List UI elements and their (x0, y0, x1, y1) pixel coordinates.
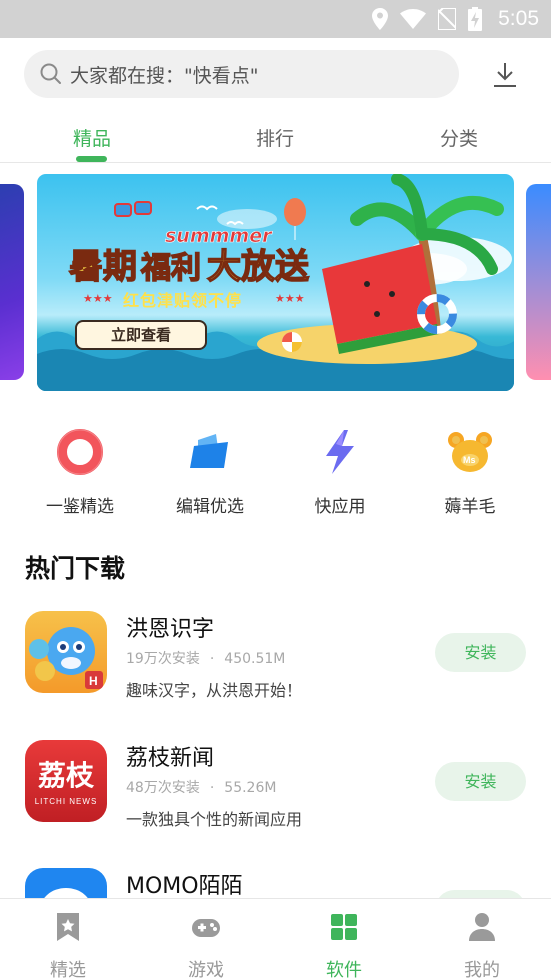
litchi-logo-text: 荔枝 (37, 759, 94, 792)
search-input[interactable]: 大家都在搜："快看点" (24, 50, 459, 98)
status-icons: 5:05 (372, 7, 539, 31)
top-tabs: 精品 排行 分类 (0, 110, 551, 163)
nav-label: 我的 (464, 960, 500, 979)
banner-title-1: 暑期 (69, 247, 137, 287)
nav-label: 软件 (326, 960, 362, 979)
lightning-icon (326, 430, 354, 474)
location-icon (372, 8, 389, 30)
svg-text:★★★: ★★★ (275, 292, 305, 305)
app-meta: 19万次安装 · 450.51M (126, 648, 285, 668)
app-row[interactable]: H 洪恩识字 19万次安装 · 450.51M 趣味汉字，从洪恩开始！ 安装 (0, 611, 551, 721)
app-name: 洪恩识字 (126, 617, 215, 642)
install-button[interactable]: 安装 (435, 633, 526, 672)
ring-icon (57, 429, 103, 475)
app-install-count: 48万次安装 (126, 780, 200, 796)
quick-link-editor-pick[interactable]: 编辑优选 (155, 428, 265, 517)
section-title: 热门下载 (25, 554, 126, 583)
quick-link-label: 快应用 (314, 497, 366, 517)
quick-links: 一鉴精选 编辑优选 快应用 Ms 薅羊毛 (0, 428, 551, 518)
app-icon-hongen[interactable]: H (25, 611, 107, 693)
banner-title-3: 大放送 (207, 247, 309, 287)
nav-label: 游戏 (188, 960, 224, 979)
app-size: 450.51M (224, 651, 286, 667)
grid-apps-icon (331, 914, 357, 940)
tab-indicator (76, 156, 107, 162)
gamepad-icon (192, 919, 220, 937)
wifi-icon (400, 9, 427, 29)
quick-link-label: 编辑优选 (176, 497, 244, 517)
banner-peek-right[interactable] (526, 184, 551, 380)
svg-text:H: H (89, 674, 98, 688)
banner-view-button[interactable]: 立即查看 (75, 320, 207, 350)
install-button[interactable]: 安装 (435, 762, 526, 801)
bottom-nav: 精选 游戏 软件 我的 (0, 898, 551, 979)
quick-link-deals[interactable]: Ms 薅羊毛 (415, 428, 525, 517)
status-time: 5:05 (498, 7, 539, 30)
quick-link-label: 薅羊毛 (444, 497, 496, 517)
svg-text:★★★: ★★★ (83, 292, 113, 305)
app-row[interactable]: 荔枝 LITCHI NEWS 荔枝新闻 48万次安装 · 55.26M 一款独具个性… (0, 740, 551, 850)
app-description: 趣味汉字，从洪恩开始！ (126, 681, 303, 700)
tab-featured[interactable]: 精品 (46, 124, 138, 151)
bookmark-star-icon (57, 913, 79, 941)
download-icon[interactable] (490, 60, 520, 90)
banner-illustration: summmer 暑期 福利 大放送 ★★★ ★★★ (37, 174, 514, 391)
sheep-icon: Ms (448, 432, 492, 472)
quick-link-quick-app[interactable]: 快应用 (285, 428, 395, 517)
app-name: MOMO陌陌 (126, 874, 243, 899)
no-sim-icon (438, 8, 457, 30)
folder-icon (190, 434, 228, 468)
app-icon-litchi[interactable]: 荔枝 LITCHI NEWS (25, 740, 107, 822)
nav-label: 精选 (50, 960, 86, 979)
summer-banner[interactable]: summmer 暑期 福利 大放送 ★★★ ★★★ 红包津贴领不停 立即查看 (37, 174, 514, 391)
app-meta: 48万次安装 · 55.26M (126, 777, 276, 797)
nav-mine[interactable]: 我的 (437, 911, 527, 979)
status-bar: 5:05 (0, 0, 551, 38)
tab-ranking[interactable]: 排行 (229, 124, 321, 151)
meta-separator: · (209, 651, 215, 667)
banner-english: summmer (165, 225, 273, 247)
tiger-icon: H (29, 627, 103, 689)
nav-featured[interactable]: 精选 (23, 911, 113, 979)
svg-text:Ms: Ms (463, 455, 476, 465)
app-name: 荔枝新闻 (126, 746, 215, 771)
nav-games[interactable]: 游戏 (161, 911, 251, 979)
banner-title-2: 福利 (140, 251, 201, 286)
quick-link-yijian[interactable]: 一鉴精选 (25, 428, 135, 517)
banner-subtitle: 红包津贴领不停 (123, 291, 243, 310)
app-size: 55.26M (224, 780, 277, 796)
banner-carousel: summmer 暑期 福利 大放送 ★★★ ★★★ 红包津贴领不停 立即查看 (0, 174, 551, 392)
search-placeholder: 大家都在搜："快看点" (70, 65, 259, 87)
meta-separator: · (209, 780, 215, 796)
litchi-logo-subtext: LITCHI NEWS (34, 797, 98, 806)
battery-charging-icon (468, 7, 483, 31)
search-row: 大家都在搜："快看点" (0, 38, 551, 110)
nav-software[interactable]: 软件 (299, 911, 389, 979)
person-icon (469, 913, 495, 941)
banner-peek-left[interactable] (0, 184, 24, 380)
search-icon (40, 63, 61, 84)
app-description: 一款独具个性的新闻应用 (126, 810, 303, 829)
app-install-count: 19万次安装 (126, 651, 200, 667)
quick-link-label: 一鉴精选 (46, 497, 114, 517)
tab-category[interactable]: 分类 (413, 124, 505, 151)
